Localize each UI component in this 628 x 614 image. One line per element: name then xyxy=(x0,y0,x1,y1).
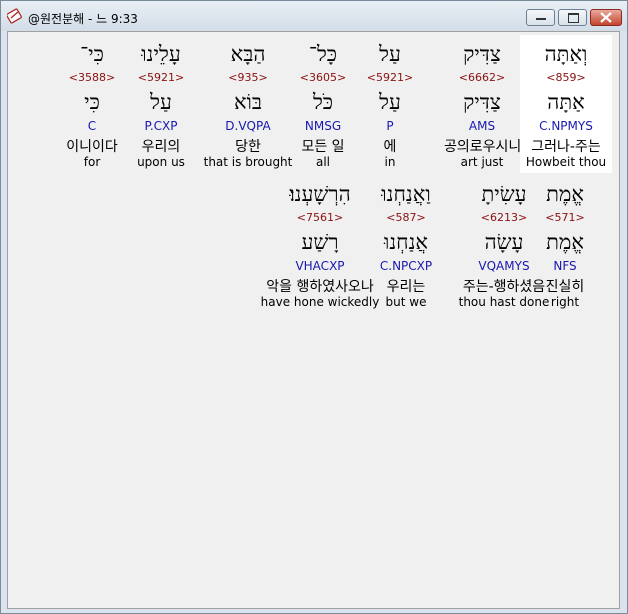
word-cell[interactable]: וְאַתָּה <859> אַתָּה C.NPMYS 그러나-주는 Howbeit … xyxy=(520,35,612,173)
english-gloss: all xyxy=(315,155,331,169)
strong-number: <6213> xyxy=(480,211,528,224)
lexical-form: אַתָּה xyxy=(547,90,585,114)
hebrew-word: עָלֵינוּ xyxy=(141,42,181,66)
strong-number: <5921> xyxy=(366,71,414,84)
window-title: @원전분해 - 느 9:33 xyxy=(28,12,138,26)
korean-gloss: 당한 xyxy=(235,139,261,155)
app-window: @원전분해 - 느 9:33 וְאַתָּה <859> אַתָּה C.NPMY… xyxy=(0,0,628,614)
english-gloss: have hone wickedly xyxy=(260,295,380,309)
hebrew-word: הַבָּא xyxy=(230,42,266,66)
lexical-form: כֹּל xyxy=(312,90,334,114)
hebrew-word: כָּל־ xyxy=(308,42,338,66)
bible-app-icon[interactable] xyxy=(7,8,23,24)
lexical-form: צַדִּיק xyxy=(463,90,501,114)
lexical-form: עָשָׂה xyxy=(484,230,524,254)
english-gloss: thou hast done xyxy=(458,295,550,309)
maximize-button[interactable] xyxy=(558,9,587,26)
korean-gloss: 우리의 xyxy=(141,139,181,155)
maximize-icon xyxy=(568,13,579,23)
strong-number: <859> xyxy=(546,71,586,84)
word-cell[interactable]: כִּי־ <3588> כִּי C 이니이다 for xyxy=(54,35,130,173)
parsing-code: P xyxy=(386,119,394,133)
lexical-form: עַל xyxy=(150,90,172,114)
english-gloss: that is brought xyxy=(203,155,293,169)
word-cell[interactable]: צַדִּיק <6662> צַדִּיק AMS 공의로우시니 art just xyxy=(444,35,522,173)
english-gloss: upon us xyxy=(137,155,185,169)
strong-number: <6662> xyxy=(458,71,506,84)
strong-number: <3588> xyxy=(68,71,116,84)
word-cell[interactable]: כָּל־ <3605> כֹּל NMSG 모든 일 all xyxy=(285,35,361,173)
korean-gloss: 이니이다 xyxy=(66,139,118,155)
english-gloss: for xyxy=(83,155,101,169)
parsing-code: P.CXP xyxy=(144,119,178,133)
lexical-form: בּוֹא xyxy=(233,90,263,114)
korean-gloss: 공의로우시니 xyxy=(444,139,522,155)
parsing-code: AMS xyxy=(468,119,496,133)
english-gloss: art just xyxy=(460,155,504,169)
lexical-form: רָשַׁע xyxy=(301,230,339,254)
parsing-code: D.VQPA xyxy=(225,119,271,133)
word-cell[interactable]: עַל <5921> עַל P 에 in xyxy=(360,35,420,173)
close-icon xyxy=(600,12,612,23)
hebrew-word: וְאַתָּה xyxy=(544,42,588,66)
strong-number: <5921> xyxy=(137,71,185,84)
word-cell[interactable]: הִרְשָׁעְנוּ׃ <7561> רָשַׁע VHACXP 악을 행하였사오나… xyxy=(258,175,382,313)
korean-gloss: 주는-행하셨음 xyxy=(462,279,546,295)
hebrew-word: צַדִּיק xyxy=(463,42,501,66)
korean-gloss: 악을 행하였사오나 xyxy=(266,279,374,295)
english-gloss: in xyxy=(384,155,396,169)
lexical-form: כִּי xyxy=(84,90,100,114)
close-button[interactable] xyxy=(590,9,622,26)
parsing-code: NMSG xyxy=(304,119,342,133)
english-gloss: Howbeit thou xyxy=(525,155,607,169)
word-cell[interactable]: עָלֵינוּ <5921> עַל P.CXP 우리의 upon us xyxy=(123,35,199,173)
title-bar[interactable]: @원전분해 - 느 9:33 xyxy=(1,1,627,31)
hebrew-word: עָשִׂיתָ xyxy=(481,182,527,206)
korean-gloss: 그러나-주는 xyxy=(531,139,601,155)
korean-gloss: 모든 일 xyxy=(301,139,345,155)
korean-gloss: 에 xyxy=(383,139,397,155)
lexical-form: עַל xyxy=(379,90,401,114)
parsing-code: C.NPMYS xyxy=(539,119,593,133)
hebrew-word: כִּי־ xyxy=(80,42,104,66)
interlinear-panel[interactable]: וְאַתָּה <859> אַתָּה C.NPMYS 그러나-주는 Howbeit … xyxy=(7,31,620,609)
parsing-code: VQAMYS xyxy=(478,259,530,273)
parsing-code: C xyxy=(87,119,97,133)
minimize-icon xyxy=(536,18,546,20)
hebrew-word: עַל xyxy=(379,42,401,66)
hebrew-word: הִרְשָׁעְנוּ׃ xyxy=(289,182,351,206)
parsing-code: VHACXP xyxy=(295,259,345,273)
word-cell[interactable]: עָשִׂיתָ <6213> עָשָׂה VQAMYS 주는-행하셨음 thou ha… xyxy=(458,175,550,313)
minimize-button[interactable] xyxy=(526,9,555,26)
strong-number: <3605> xyxy=(299,71,347,84)
strong-number: <7561> xyxy=(296,211,344,224)
strong-number: <935> xyxy=(228,71,268,84)
word-cell[interactable]: הַבָּא <935> בּוֹא D.VQPA 당한 that is brought xyxy=(202,35,294,173)
